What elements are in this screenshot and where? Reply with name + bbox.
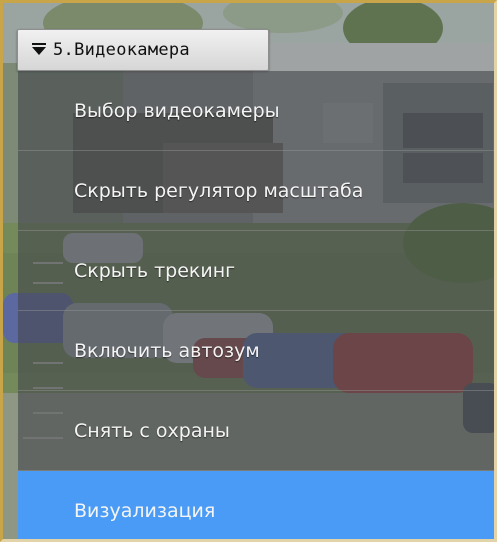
menu-item-label: Снять с охраны <box>74 419 230 442</box>
camera-context-menu: Выбор видеокамеры Скрыть регулятор масшт… <box>18 71 494 539</box>
menu-item-visualization[interactable]: Визуализация <box>18 471 494 539</box>
menu-item-hide-zoom-control[interactable]: Скрыть регулятор масштаба <box>18 151 494 231</box>
menu-item-label: Визуализация <box>74 500 216 522</box>
menu-item-disarm[interactable]: Снять с охраны <box>18 391 494 471</box>
camera-viewport: 5.Видеокамера Выбор видеокамеры Скрыть р… <box>0 0 497 542</box>
camera-title-label: 5.Видеокамера <box>53 40 190 60</box>
menu-item-select-camera[interactable]: Выбор видеокамеры <box>18 71 494 151</box>
menu-item-label: Скрыть трекинг <box>74 259 236 282</box>
dropdown-arrow-icon <box>32 43 46 55</box>
menu-item-label: Выбор видеокамеры <box>74 99 280 122</box>
menu-item-label: Включить автозум <box>74 339 260 362</box>
menu-item-enable-autozoom[interactable]: Включить автозум <box>18 311 494 391</box>
camera-title-dropdown[interactable]: 5.Видеокамера <box>17 29 269 71</box>
menu-item-label: Скрыть регулятор масштаба <box>74 179 364 202</box>
menu-item-hide-tracking[interactable]: Скрыть трекинг <box>18 231 494 311</box>
